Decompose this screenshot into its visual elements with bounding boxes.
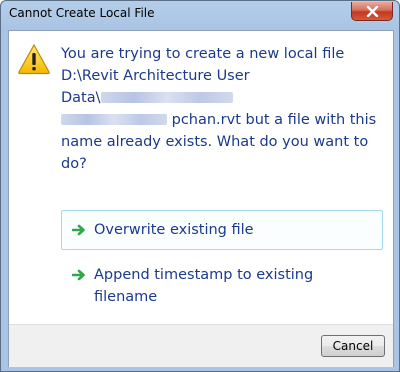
dialog-window: Cannot Create Local File You are trying … [0, 0, 400, 372]
title-bar[interactable]: Cannot Create Local File [1, 1, 399, 29]
overwrite-option[interactable]: Overwrite existing file [61, 210, 383, 250]
append-timestamp-option[interactable]: Append timestamp to existing filename [61, 255, 383, 317]
message-line-3-prefix: Data\ [61, 90, 101, 106]
close-button[interactable] [351, 2, 393, 21]
message-text: You are trying to create a new local fil… [61, 43, 381, 175]
cancel-button[interactable]: Cancel [321, 335, 385, 357]
message-line-4-suffix: pchan.rvt but a file with this [171, 112, 377, 128]
message-line-5: name already exists. What do you want to [61, 134, 369, 150]
redacted-path-segment [100, 92, 233, 103]
warning-icon [18, 43, 50, 75]
message-line-2: D:\Revit Architecture User [61, 68, 250, 84]
append-timestamp-option-label: Append timestamp to existing filename [94, 267, 314, 305]
arrow-right-icon [72, 269, 85, 281]
redacted-path-segment [61, 114, 167, 125]
message-line-6: do? [61, 156, 87, 172]
message-line-1: You are trying to create a new local fil… [61, 46, 345, 62]
message-line-4: pchan.rvt but a file with this [61, 109, 381, 131]
close-icon [366, 6, 379, 17]
dialog-footer: Cancel [9, 324, 393, 367]
arrow-right-icon [72, 224, 85, 236]
window-title: Cannot Create Local File [9, 6, 155, 20]
message-line-3: Data\ [61, 87, 381, 109]
overwrite-option-label: Overwrite existing file [94, 222, 254, 238]
dialog-content: You are trying to create a new local fil… [8, 30, 394, 367]
